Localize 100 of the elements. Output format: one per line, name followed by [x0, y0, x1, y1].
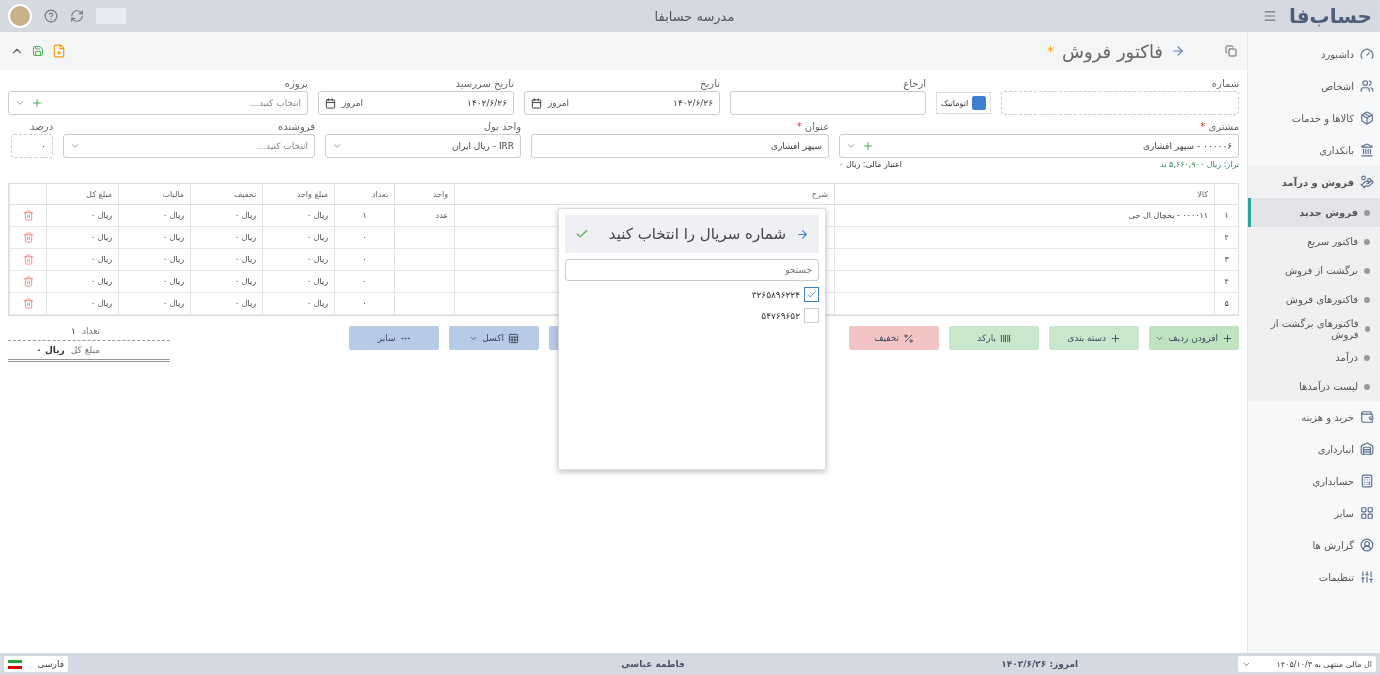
- back-arrow-icon[interactable]: [1171, 44, 1185, 58]
- sidebar-subitem[interactable]: فاکتورهای برگشت از فروش: [1248, 314, 1380, 343]
- action-button[interactable]: سایر: [349, 326, 440, 350]
- dot-icon: [1364, 354, 1370, 361]
- subject-field[interactable]: سپهر افشاری: [531, 134, 830, 158]
- language-select[interactable]: فارسی: [4, 656, 68, 672]
- trash-icon[interactable]: [22, 298, 34, 309]
- table-cell: ریال ۰: [46, 293, 119, 315]
- sidebar-subitem[interactable]: فاکتورهای فروش: [1248, 285, 1380, 314]
- action-button[interactable]: دسته بندی: [1049, 326, 1140, 350]
- field-label: درصد: [29, 121, 54, 132]
- field-label: ارجاع: [902, 78, 926, 89]
- plus-icon: [1222, 332, 1233, 344]
- trash-icon[interactable]: [22, 232, 34, 243]
- dot-icon: [1364, 238, 1370, 245]
- sidebar-item[interactable]: سایر: [1248, 497, 1380, 529]
- dot-icon: [1364, 383, 1370, 390]
- box-icon: [1360, 111, 1374, 125]
- table-cell: ریال ۰: [118, 227, 191, 249]
- table-cell: ریال ۰: [46, 249, 119, 271]
- refresh-icon[interactable]: [70, 9, 84, 23]
- caret-icon: [15, 98, 25, 108]
- trash-icon[interactable]: [22, 254, 34, 265]
- fiscal-year-select[interactable]: ال مالی منتهی به ۱۴۰۵/۱۰/۳: [1238, 656, 1376, 672]
- bank-icon: [1360, 143, 1374, 157]
- sidebar-subitem[interactable]: فاکتور سریع: [1248, 227, 1380, 256]
- sidebar-item[interactable]: تنظیمات: [1248, 561, 1380, 593]
- calendar-icon: [531, 97, 542, 109]
- sidebar-subitem[interactable]: فروش جدید: [1248, 198, 1380, 227]
- calculator-icon: [1360, 474, 1374, 488]
- trash-icon[interactable]: [22, 210, 34, 221]
- auto-toggle[interactable]: اتوماتیک: [936, 92, 992, 114]
- back-arrow-icon[interactable]: [796, 227, 809, 241]
- number-field[interactable]: [1001, 91, 1240, 115]
- sidebar-item[interactable]: اشخاص: [1248, 70, 1380, 102]
- column-header: مبلغ واحد: [262, 184, 335, 205]
- table-cell: ریال ۰: [118, 271, 191, 293]
- table-cell: [394, 227, 455, 249]
- sidebar-item[interactable]: خرید و هزینه: [1248, 401, 1380, 433]
- sidebar-item[interactable]: کالاها و خدمات: [1248, 102, 1380, 134]
- field-label: واحد پول: [482, 121, 522, 132]
- gauge-icon: [1360, 47, 1374, 61]
- new-file-icon[interactable]: [52, 44, 66, 58]
- reference-field[interactable]: [730, 91, 926, 115]
- trash-icon[interactable]: [22, 276, 34, 287]
- table-cell: ۰: [334, 227, 395, 249]
- action-button[interactable]: تخفیف: [849, 326, 940, 350]
- action-button[interactable]: بارکد: [949, 326, 1040, 350]
- confirm-check-icon[interactable]: [575, 227, 589, 241]
- sidebar-item[interactable]: فروش و درآمد: [1248, 166, 1380, 198]
- checkbox[interactable]: [804, 308, 819, 323]
- currency-select[interactable]: IRR - ریال ایران: [325, 134, 522, 158]
- percent-field[interactable]: ۰: [11, 134, 54, 158]
- copy-icon[interactable]: [1225, 45, 1238, 57]
- table-cell: ۰: [334, 249, 395, 271]
- sidebar-subitem[interactable]: برگشت از فروش: [1248, 256, 1380, 285]
- sidebar-item[interactable]: گزارش ها: [1248, 529, 1380, 561]
- sidebar-item[interactable]: بانکداری: [1248, 134, 1380, 166]
- table-cell: ۴: [1214, 271, 1239, 293]
- help-icon[interactable]: [44, 9, 58, 23]
- table-cell: ۰۰۰۰۱۱ - یخچال ال جی: [834, 205, 1215, 227]
- sidebar-item[interactable]: انبارداری: [1248, 433, 1380, 465]
- today-date: امروز: ۱۴۰۲/۶/۲۶: [1000, 659, 1080, 669]
- sidebar-item[interactable]: حسابداری: [1248, 465, 1380, 497]
- flag-icon: [8, 659, 22, 669]
- plus-icon[interactable]: [31, 97, 43, 109]
- checkbox[interactable]: [804, 287, 819, 302]
- plus-icon: [1110, 332, 1122, 344]
- avatar[interactable]: [8, 4, 32, 28]
- date-field[interactable]: ۱۴۰۲/۶/۲۶ امروز: [318, 91, 514, 115]
- save-icon[interactable]: [32, 45, 44, 57]
- user-circle-icon: [1360, 538, 1374, 552]
- seller-select[interactable]: انتخاب کنید...: [63, 134, 316, 158]
- table-cell: ریال ۰: [190, 227, 263, 249]
- calendar-icon: [325, 97, 336, 109]
- action-button[interactable]: افزودن ردیف: [1149, 326, 1240, 350]
- search-field[interactable]: جستجو: [565, 259, 819, 281]
- check-icon: [806, 289, 817, 300]
- balance-text: تراز: ریال ۵,۶۶۰,۹۰۰ بد: [1160, 160, 1240, 169]
- sidebar-subitem[interactable]: درآمد: [1248, 343, 1380, 372]
- dot-icon: [1364, 267, 1370, 274]
- table-cell: ۱: [334, 205, 395, 227]
- table-cell: ریال ۰: [262, 205, 335, 227]
- table-cell: ۰: [334, 293, 395, 315]
- project-select[interactable]: انتخاب کنید...: [8, 91, 308, 115]
- customer-select[interactable]: ۰۰۰۰۰۶ - سپهر افشاری: [839, 134, 1240, 158]
- summary-label: مبلغ کل: [70, 345, 100, 355]
- sidebar-item[interactable]: داشبورد: [1248, 38, 1380, 70]
- table-cell: ۳: [1214, 249, 1239, 271]
- table-cell: ریال ۰: [262, 249, 335, 271]
- table-cell: [394, 249, 455, 271]
- dialog-title: شماره سریال را انتخاب کنید: [607, 225, 786, 243]
- action-button[interactable]: اکسل: [449, 326, 540, 350]
- plus-icon[interactable]: [862, 140, 875, 152]
- table-cell: ریال ۰: [262, 227, 335, 249]
- menu-icon[interactable]: [1263, 9, 1277, 23]
- sidebar-subitem[interactable]: لیست درآمدها: [1248, 372, 1380, 401]
- sliders-icon: [1360, 570, 1374, 584]
- people-icon: [1360, 79, 1374, 93]
- date-field[interactable]: ۱۴۰۲/۶/۲۶ امروز: [524, 91, 720, 115]
